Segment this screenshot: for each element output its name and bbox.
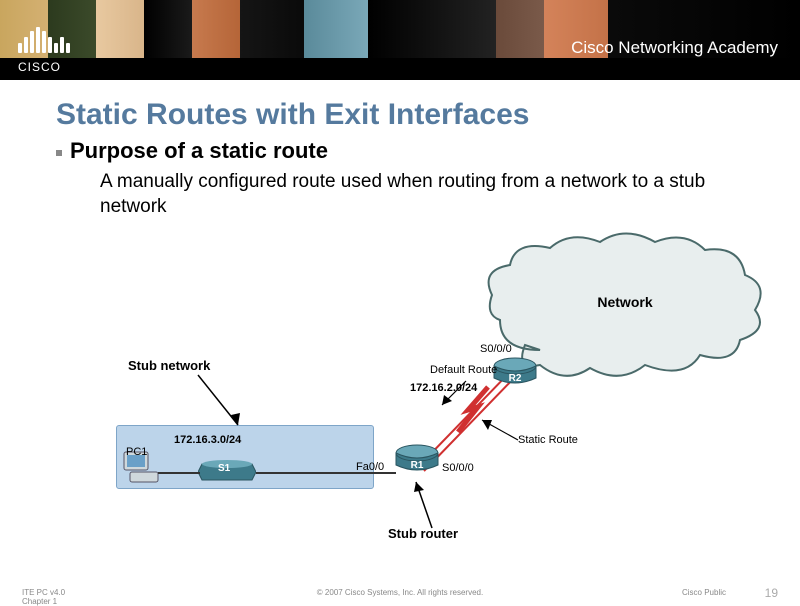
cisco-logo-bars-icon <box>18 27 70 53</box>
footer-right: Cisco Public <box>682 588 726 597</box>
r1-fa-label: Fa0/0 <box>356 461 384 473</box>
cisco-logo-text: CISCO <box>18 60 70 74</box>
static-route-label: Static Route <box>518 434 578 446</box>
pc-label: PC1 <box>126 446 147 458</box>
router-r2-label: R2 <box>492 373 538 384</box>
footer-copyright: © 2007 Cisco Systems, Inc. All rights re… <box>317 588 483 597</box>
cisco-logo: CISCO <box>18 27 70 74</box>
footer-left: ITE PC v4.0 Chapter 1 <box>22 588 65 606</box>
academy-text: Cisco Networking Academy <box>571 38 778 58</box>
stub-network-label: Stub network <box>128 358 210 373</box>
r1-s0-label: S0/0/0 <box>442 462 474 474</box>
footer-course: ITE PC v4.0 <box>22 588 65 597</box>
stub-network-arrow-icon <box>198 375 258 440</box>
slide-header: CISCO Cisco Networking Academy <box>0 0 800 80</box>
link-subnet-label: 172.16.2.0/24 <box>410 382 477 394</box>
r2-s0-label: S0/0/0 <box>480 343 512 355</box>
router-r2-icon: R2 <box>492 356 538 388</box>
slide-body: A manually configured route used when ro… <box>100 170 740 219</box>
switch-label: S1 <box>218 463 230 474</box>
link-pc-switch <box>158 472 200 474</box>
page-number: 19 <box>765 586 778 600</box>
slide-subtitle: Purpose of a static route <box>70 138 328 164</box>
bullet-row: Purpose of a static route <box>56 138 744 170</box>
slide-content: Static Routes with Exit Interfaces Purpo… <box>0 80 800 219</box>
bullet-icon <box>56 150 62 156</box>
cloud-label: Network <box>480 294 770 310</box>
stub-router-label: Stub router <box>388 526 458 541</box>
slide-title: Static Routes with Exit Interfaces <box>56 98 744 132</box>
default-route-label: Default Route <box>430 364 497 376</box>
router-r1-icon: R1 <box>394 443 440 475</box>
network-diagram: Network 172.16.3.0/24 PC1 S1 <box>0 230 800 560</box>
router-r1-label: R1 <box>394 460 440 471</box>
footer-chapter: Chapter 1 <box>22 597 65 606</box>
